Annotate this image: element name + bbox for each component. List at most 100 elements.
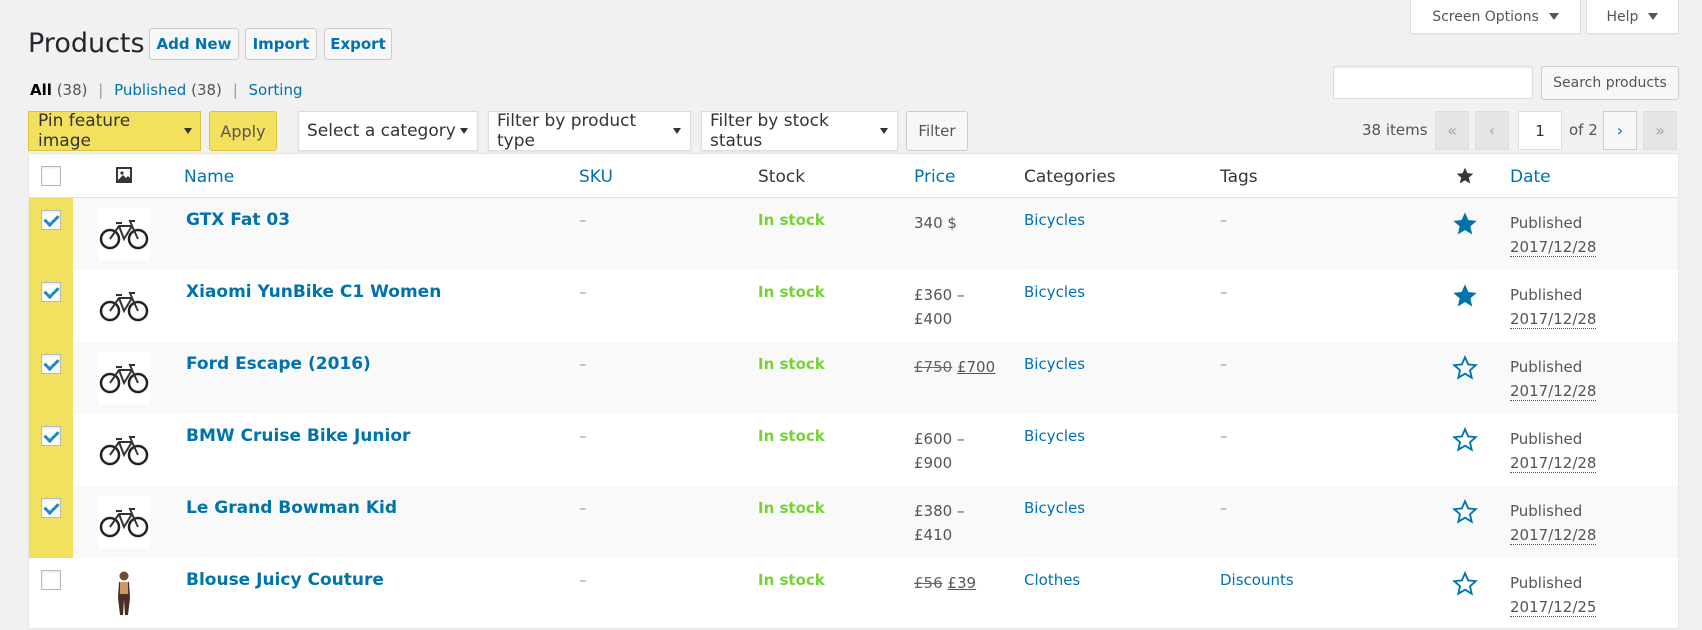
row-checkbox[interactable] (41, 570, 61, 590)
search-input[interactable] (1333, 66, 1533, 99)
date-text: 2017/12/28 (1510, 382, 1597, 401)
tags-value: – (1220, 427, 1228, 445)
row-checkbox[interactable] (41, 282, 61, 302)
product-name-link[interactable]: BMW Cruise Bike Junior (186, 426, 410, 446)
column-date[interactable]: Date (1510, 167, 1551, 187)
star-icon[interactable] (1455, 166, 1475, 186)
table-row: Ford Escape (2016) – In stock £750 £700 Bicy… (29, 342, 1678, 414)
next-page-button[interactable]: › (1603, 111, 1637, 150)
date-text: 2017/12/25 (1510, 598, 1597, 617)
export-button[interactable]: Export (324, 28, 392, 60)
row-checkbox-cell (29, 414, 73, 486)
stock-status: In stock (758, 571, 825, 589)
view-sorting-link[interactable]: Sorting (249, 81, 303, 99)
price-value: £600 – £900 (914, 427, 964, 475)
product-type-select[interactable]: Filter by product type (488, 111, 691, 151)
row-checkbox[interactable] (41, 498, 61, 518)
page-total: of 2 (1569, 121, 1598, 139)
status-views: All (38) | Published (38) | Sorting (30, 81, 302, 99)
row-checkbox[interactable] (41, 426, 61, 446)
tags-value: – (1220, 355, 1228, 373)
row-checkbox-cell (29, 270, 73, 342)
product-name-link[interactable]: Xiaomi YunBike C1 Women (186, 282, 441, 302)
star-outline-icon[interactable] (1451, 354, 1479, 382)
tags-value: – (1220, 211, 1228, 229)
star-outline-icon[interactable] (1451, 426, 1479, 454)
triangle-down-icon (1548, 13, 1559, 20)
view-published-link[interactable]: Published (114, 81, 186, 99)
category-link[interactable]: Clothes (1024, 571, 1080, 589)
column-sku[interactable]: SKU (579, 167, 613, 187)
bicycle-icon[interactable] (98, 424, 150, 476)
bulk-action-select[interactable]: Pin feature image (28, 111, 201, 151)
category-link[interactable]: Bicycles (1024, 283, 1085, 301)
stock-status-select[interactable]: Filter by stock status (701, 111, 898, 151)
screen-options-button[interactable]: Screen Options (1410, 0, 1581, 34)
screen-options-label: Screen Options (1432, 8, 1539, 25)
price-line: £900 (914, 454, 953, 472)
category-link[interactable]: Bicycles (1024, 427, 1085, 445)
category-link[interactable]: Bicycles (1024, 499, 1085, 517)
star-filled-icon[interactable] (1451, 282, 1479, 310)
sale-price: £700 (956, 358, 996, 376)
price-line: 340 $ (914, 214, 957, 232)
sale-price: £39 (947, 574, 977, 592)
bulk-action-value: Pin feature image (38, 111, 131, 151)
view-separator: | (232, 81, 238, 99)
stock-status: In stock (758, 211, 825, 229)
table-row: Xiaomi YunBike C1 Women – In stock £360 – £4… (29, 270, 1678, 342)
product-name-link[interactable]: Ford Escape (2016) (186, 354, 371, 374)
column-name[interactable]: Name (184, 167, 234, 187)
bicycle-icon[interactable] (98, 496, 150, 548)
star-outline-icon[interactable] (1451, 570, 1479, 598)
star-outline-icon[interactable] (1451, 498, 1479, 526)
bicycle-icon[interactable] (98, 208, 150, 260)
sku-value: – (579, 283, 587, 301)
row-checkbox[interactable] (41, 354, 61, 374)
product-name-link[interactable]: GTX Fat 03 (186, 210, 290, 230)
chevron-down-icon (673, 128, 681, 134)
date-status: Published (1510, 358, 1583, 376)
table-row: GTX Fat 03 – In stock 340 $ Bicycles – Publish… (29, 198, 1678, 270)
category-link[interactable]: Bicycles (1024, 211, 1085, 229)
chevron-down-icon (184, 128, 192, 134)
product-name-link[interactable]: Blouse Juicy Couture (186, 570, 384, 590)
row-checkbox[interactable] (41, 210, 61, 230)
help-button[interactable]: Help (1586, 0, 1679, 34)
date-status: Published (1510, 574, 1583, 592)
category-link[interactable]: Bicycles (1024, 355, 1085, 373)
select-all-checkbox[interactable] (41, 166, 61, 186)
view-all-link[interactable]: All (30, 81, 52, 99)
bicycle-icon[interactable] (98, 352, 150, 404)
import-button[interactable]: Import (245, 28, 317, 60)
chevron-down-icon (460, 128, 468, 134)
search-products-button[interactable]: Search products (1541, 66, 1679, 100)
bicycle-icon[interactable] (98, 280, 150, 332)
triangle-down-icon (1648, 13, 1659, 20)
filter-button[interactable]: Filter (906, 111, 968, 151)
column-price[interactable]: Price (914, 167, 955, 187)
date-value: Published 2017/12/28 (1510, 355, 1597, 403)
prev-page-button[interactable]: ‹ (1475, 111, 1509, 150)
current-page-input[interactable]: 1 (1518, 111, 1562, 150)
view-separator: | (98, 81, 104, 99)
category-select[interactable]: Select a category (298, 111, 478, 151)
date-text: 2017/12/28 (1510, 526, 1597, 545)
star-filled-icon[interactable] (1451, 210, 1479, 238)
tag-link[interactable]: Discounts (1220, 571, 1294, 589)
column-tags: Tags (1220, 167, 1258, 187)
tags-value: – (1220, 499, 1228, 517)
table-row: BMW Cruise Bike Junior – In stock £600 – £90… (29, 414, 1678, 486)
items-count: 38 items (1362, 121, 1428, 139)
product-type-select-value: Filter by product type (497, 111, 637, 151)
stock-status-select-value: Filter by stock status (710, 111, 829, 151)
date-status: Published (1510, 214, 1583, 232)
product-name-link[interactable]: Le Grand Bowman Kid (186, 498, 397, 518)
table-row: Le Grand Bowman Kid – In stock £380 – £410 Bi… (29, 486, 1678, 558)
first-page-button[interactable]: « (1435, 111, 1469, 150)
add-new-button[interactable]: Add New (149, 28, 239, 60)
last-page-button[interactable]: » (1643, 111, 1677, 150)
person-icon[interactable] (98, 568, 150, 620)
apply-button[interactable]: Apply (209, 111, 277, 151)
price-value: £380 – £410 (914, 499, 964, 547)
